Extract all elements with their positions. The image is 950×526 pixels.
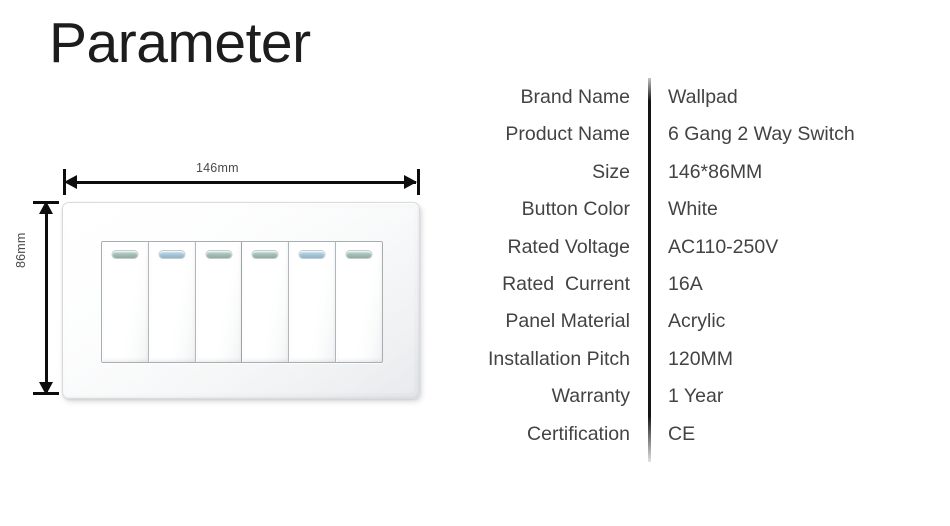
spec-label: Rated Voltage [507, 235, 630, 258]
product-drawing-area: 146mm 86mm [0, 0, 470, 526]
spec-label: Size [592, 160, 630, 183]
spec-row: Size 146*86MM [470, 160, 950, 200]
spec-value: 146*86MM [668, 160, 763, 183]
spec-value: AC110-250V [668, 235, 779, 258]
indicator-lamp-icon [206, 251, 232, 258]
switch-rocker-4 [242, 242, 290, 362]
spec-value: White [668, 198, 718, 221]
arrow-up-icon [39, 201, 53, 214]
spec-label: Certification [527, 422, 630, 445]
indicator-lamp-icon [159, 251, 185, 258]
spec-row: Rated Current 16A [470, 272, 950, 312]
spec-value: 6 Gang 2 Way Switch [668, 123, 855, 146]
spec-row: Warranty 1 Year [470, 387, 950, 424]
arrow-down-icon [39, 382, 53, 395]
switch-rocker-3 [195, 242, 243, 362]
spec-row: Certification CE [470, 422, 950, 462]
spec-label: Button Color [521, 198, 630, 221]
spec-value: Acrylic [668, 310, 726, 333]
spec-label: Panel Material [505, 310, 630, 333]
spec-row: Rated Voltage AC110-250V [470, 235, 950, 275]
arrow-left-icon [64, 175, 77, 189]
width-dimension-line [68, 181, 416, 184]
switch-rocker-group [101, 241, 383, 363]
switch-product-image [62, 202, 420, 399]
spec-value: CE [668, 422, 696, 445]
spec-label: Warranty [551, 385, 630, 408]
specification-table: Brand Name Wallpad Product Name 6 Gang 2 Wa… [470, 86, 950, 462]
spec-label: Rated Current [502, 272, 630, 295]
indicator-lamp-icon [252, 251, 278, 258]
height-dimension-line [45, 205, 48, 393]
switch-rocker-6 [336, 242, 382, 362]
spec-value: Wallpad [668, 86, 738, 108]
spec-value: 120MM [668, 347, 734, 370]
switch-rocker-2 [148, 242, 196, 362]
indicator-lamp-icon [346, 251, 372, 258]
switch-rocker-1 [102, 242, 149, 362]
spec-label: Brand Name [520, 86, 630, 108]
spec-label: Installation Pitch [488, 347, 630, 370]
spec-row: Panel Material Acrylic [470, 312, 950, 349]
specification-area: Brand Name Wallpad Product Name 6 Gang 2 Wa… [470, 0, 950, 526]
spec-value: 1 Year [668, 385, 724, 408]
width-extension-line-right [417, 169, 420, 195]
arrow-right-icon [404, 175, 417, 189]
indicator-lamp-icon [112, 251, 138, 258]
spec-row: Brand Name Wallpad [470, 86, 950, 125]
indicator-lamp-icon [299, 251, 325, 258]
spec-row: Button Color White [470, 200, 950, 237]
spec-row: Installation Pitch 120MM [470, 347, 950, 387]
width-dimension-label: 146mm [196, 161, 239, 175]
spec-value: 16A [668, 272, 703, 295]
spec-label: Product Name [505, 123, 630, 146]
spec-row: Product Name 6 Gang 2 Way Switch [470, 125, 950, 162]
height-dimension-label: 86mm [14, 232, 28, 268]
switch-rocker-5 [289, 242, 337, 362]
